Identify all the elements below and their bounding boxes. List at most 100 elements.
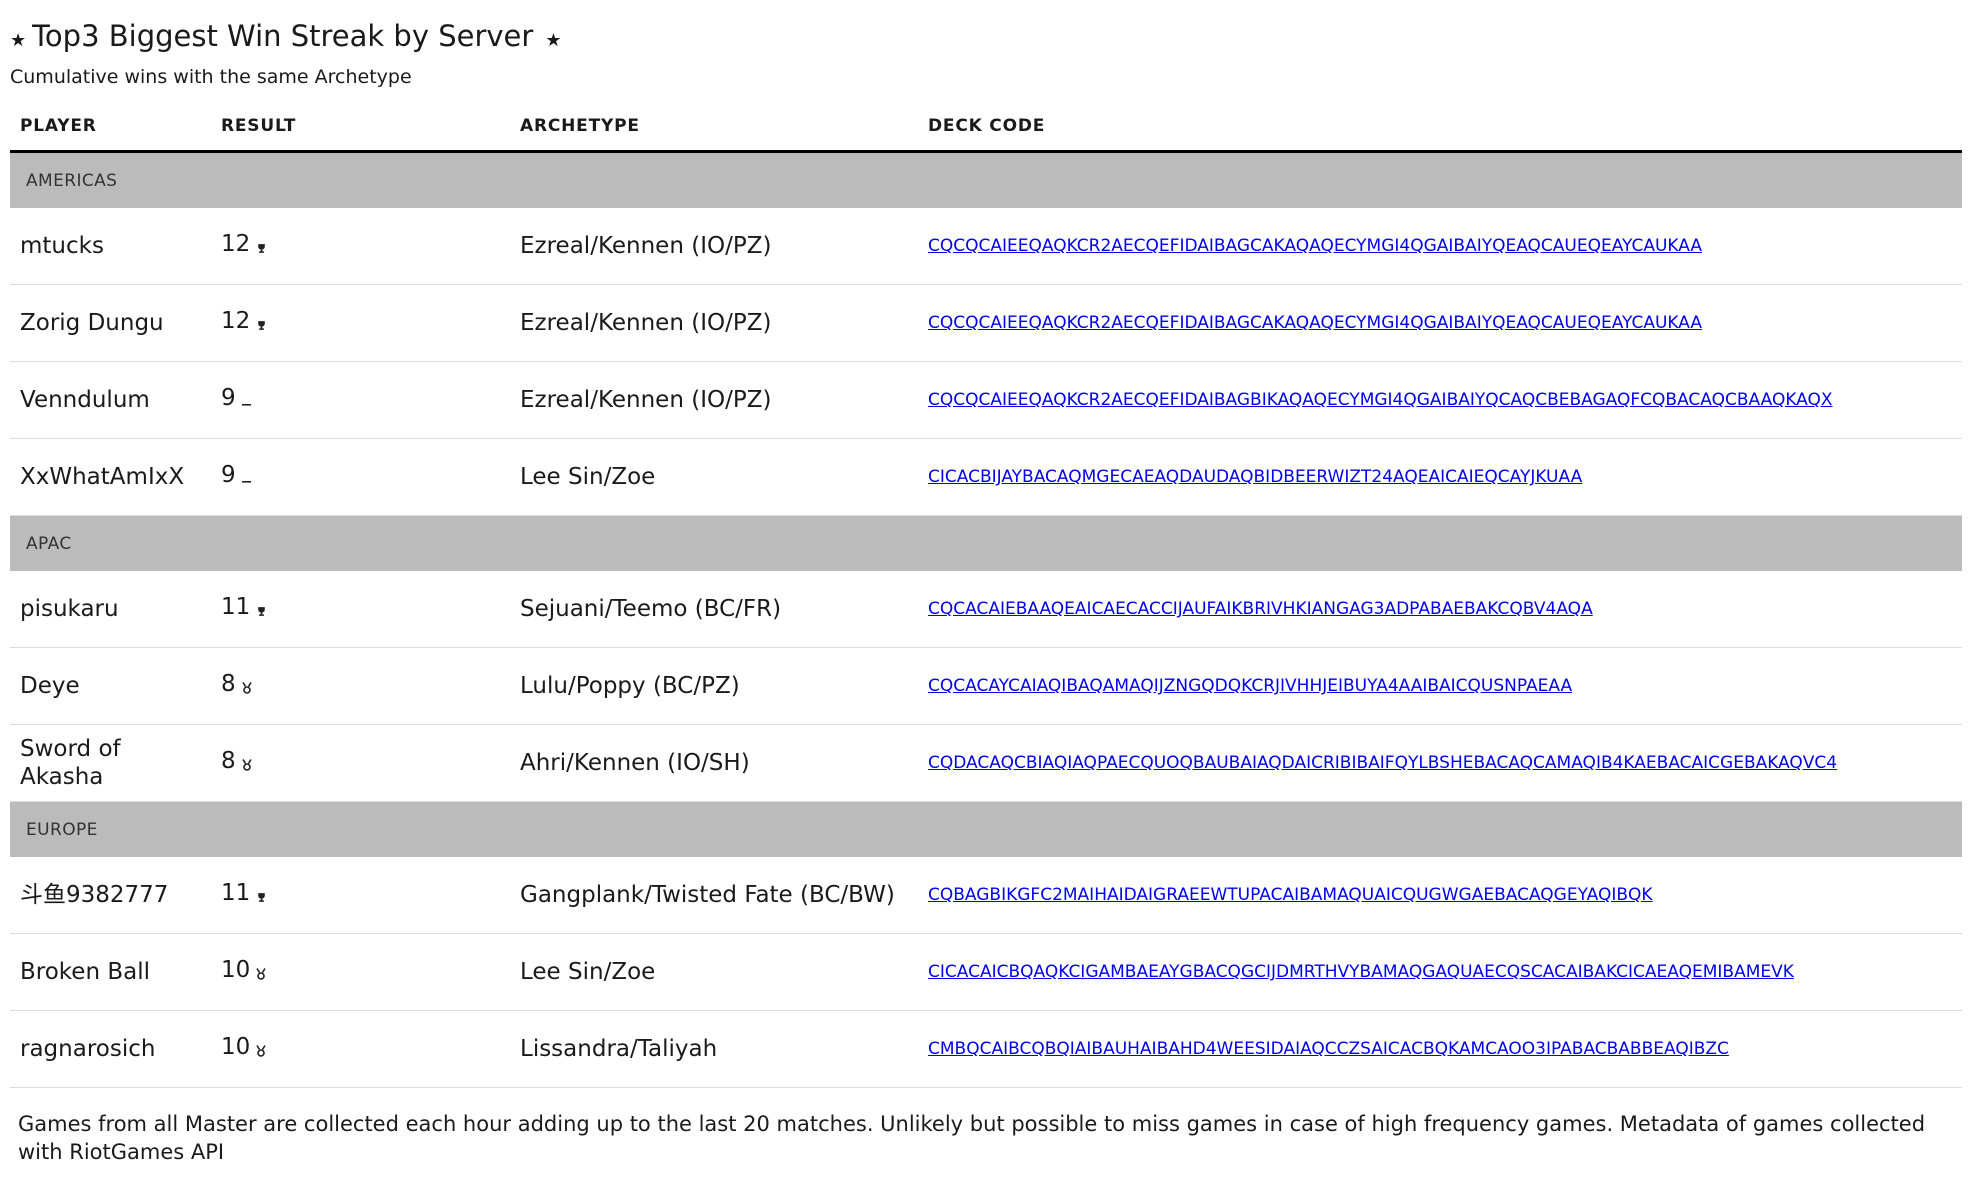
player-name: mtucks — [10, 208, 211, 285]
archetype-name: Ezreal/Kennen (IO/PZ) — [510, 208, 918, 285]
group-row-apac: APAC — [10, 515, 1962, 571]
trophy-icon — [256, 243, 267, 258]
table-row: ragnarosich 10 Lissandra/Taliyah CMBQCAIBCQ… — [10, 1010, 1962, 1088]
archetype-name: Ezreal/Kennen (IO/PZ) — [510, 284, 918, 362]
result-cell: 12 — [211, 284, 510, 362]
result-value: 10 — [221, 1034, 251, 1060]
result-cell: 8 — [211, 724, 510, 802]
footer-note: Games from all Master are collected each… — [18, 1112, 1926, 1164]
table-row: Broken Ball 10 Lee Sin/Zoe CICACAICBQAQKCIG… — [10, 933, 1962, 1011]
dash-icon — [241, 474, 252, 489]
table-row: mtucks 12 Ezreal/Kennen (IO/PZ) CQCQCAIEEQA… — [10, 208, 1962, 285]
trophy-icon — [256, 892, 267, 907]
medal-icon — [241, 682, 252, 698]
trophy-icon — [256, 606, 267, 621]
win-streak-table: PLAYER RESULT ARCHETYPE DECK CODE AMERIC… — [10, 102, 1962, 1088]
column-header-deck-code: DECK CODE — [918, 102, 1962, 153]
result-cell: 10 — [211, 933, 510, 1011]
group-row-americas: AMERICAS — [10, 151, 1962, 208]
deck-code-cell: CICACAICBQAQKCIGAMBAEAYGBACQGCIJDMRTHVYB… — [918, 933, 1962, 1011]
medal-icon — [241, 759, 252, 775]
result-cell: 11 — [211, 571, 510, 648]
group-label: APAC — [10, 515, 1962, 571]
result-value: 11 — [221, 594, 251, 620]
deck-code-cell: CQCQCAIEEQAQKCR2AECQEFIDAIBAGCAKAQAQECYM… — [918, 208, 1962, 285]
result-value: 10 — [221, 957, 251, 983]
table-row: 斗鱼9382777 11 Gangplank/Twisted Fate (BC/BW… — [10, 857, 1962, 934]
table-row: Deye 8 Lulu/Poppy (BC/PZ) CQCACAYCAIAQIBAQA… — [10, 647, 1962, 725]
medal-icon — [256, 1045, 266, 1061]
column-header-player: PLAYER — [10, 102, 211, 153]
star-icon: ★ — [10, 29, 27, 51]
result-value: 12 — [221, 308, 251, 334]
archetype-name: Ahri/Kennen (IO/SH) — [510, 724, 918, 802]
result-value: 12 — [221, 231, 251, 257]
deck-code-link[interactable]: CMBQCAIBCQBQIAIBAUHAIBAHD4WEESIDAIAQCCZS… — [928, 1039, 1729, 1059]
group-label: AMERICAS — [10, 151, 1962, 208]
result-value: 9 — [221, 462, 236, 488]
star-icon: ★ — [545, 29, 562, 51]
deck-code-cell: CMBQCAIBCQBQIAIBAUHAIBAHD4WEESIDAIAQCCZS… — [918, 1010, 1962, 1088]
deck-code-link[interactable]: CQCACAYCAIAQIBAQAMAQIJZNGQDQKCRJIVHHJEIB… — [928, 676, 1572, 696]
deck-code-link[interactable]: CQDACAQCBIAQIAQPAECQUOQBAUBAIAQDAICRIBIB… — [928, 753, 1837, 773]
table-header-row: PLAYER RESULT ARCHETYPE DECK CODE — [10, 102, 1962, 153]
page-title: ★ Top3 Biggest Win Streak by Server ★ — [10, 18, 1962, 54]
result-cell: 10 — [211, 1010, 510, 1088]
result-cell: 8 — [211, 647, 510, 725]
result-cell: 12 — [211, 208, 510, 285]
group-label: EUROPE — [10, 801, 1962, 857]
page-subtitle: Cumulative wins with the same Archetype — [10, 66, 412, 88]
player-name: pisukaru — [10, 571, 211, 648]
result-cell: 9 — [211, 361, 510, 439]
player-name: Venndulum — [10, 361, 211, 439]
deck-code-link[interactable]: CICACAICBQAQKCIGAMBAEAYGBACQGCIJDMRTHVYB… — [928, 962, 1794, 982]
deck-code-link[interactable]: CQBAGBIKGFC2MAIHAIDAIGRAEEWTUPACAIBAMAQU… — [928, 885, 1653, 905]
deck-code-link[interactable]: CQCQCAIEEQAQKCR2AECQEFIDAIBAGCAKAQAQECYM… — [928, 236, 1702, 256]
column-header-archetype: ARCHETYPE — [510, 102, 918, 153]
page-title-text: Top3 Biggest Win Streak by Server — [32, 19, 534, 53]
deck-code-cell: CQCQCAIEEQAQKCR2AECQEFIDAIBAGCAKAQAQECYM… — [918, 284, 1962, 362]
table-row: Venndulum 9 Ezreal/Kennen (IO/PZ) CQCQCAIEE… — [10, 361, 1962, 439]
deck-code-cell: CQCQCAIEEQAQKCR2AECQEFIDAIBAGBIKAQAQECYM… — [918, 361, 1962, 439]
player-name: ragnarosich — [10, 1010, 211, 1088]
result-value: 8 — [221, 748, 236, 774]
archetype-name: Ezreal/Kennen (IO/PZ) — [510, 361, 918, 439]
archetype-name: Lissandra/Taliyah — [510, 1010, 918, 1088]
player-name: Deye — [10, 647, 211, 725]
deck-code-link[interactable]: CQCQCAIEEQAQKCR2AECQEFIDAIBAGBIKAQAQECYM… — [928, 390, 1833, 410]
table-row: Zorig Dungu 12 Ezreal/Kennen (IO/PZ) CQCQCA… — [10, 284, 1962, 362]
deck-code-cell: CICACBIJAYBACAQMGECAEAQDAUDAQBIDBEERWIZT… — [918, 438, 1962, 516]
dash-icon — [241, 397, 252, 412]
deck-code-link[interactable]: CQCACAIEBAAQEAICAECACCIJAUFAIKBRIVHKIANG… — [928, 599, 1593, 619]
archetype-name: Gangplank/Twisted Fate (BC/BW) — [510, 857, 918, 934]
group-row-europe: EUROPE — [10, 801, 1962, 857]
archetype-name: Lulu/Poppy (BC/PZ) — [510, 647, 918, 725]
player-name: Broken Ball — [10, 933, 211, 1011]
trophy-icon — [256, 320, 267, 335]
column-header-result: RESULT — [211, 102, 510, 153]
player-name: 斗鱼9382777 — [10, 857, 211, 934]
deck-code-cell: CQBAGBIKGFC2MAIHAIDAIGRAEEWTUPACAIBAMAQU… — [918, 857, 1962, 934]
player-name: XxWhatAmIxX — [10, 438, 211, 516]
deck-code-link[interactable]: CICACBIJAYBACAQMGECAEAQDAUDAQBIDBEERWIZT… — [928, 467, 1582, 487]
result-value: 11 — [221, 880, 251, 906]
player-name: Zorig Dungu — [10, 284, 211, 362]
result-value: 8 — [221, 671, 236, 697]
archetype-name: Sejuani/Teemo (BC/FR) — [510, 571, 918, 648]
archetype-name: Lee Sin/Zoe — [510, 438, 918, 516]
table-row: pisukaru 11 Sejuani/Teemo (BC/FR) CQCACAIEB… — [10, 571, 1962, 648]
result-cell: 11 — [211, 857, 510, 934]
player-name: Sword of Akasha — [10, 724, 211, 802]
deck-code-link[interactable]: CQCQCAIEEQAQKCR2AECQEFIDAIBAGCAKAQAQECYM… — [928, 313, 1702, 333]
table-body: AMERICAS mtucks 12 Ezreal/Kennen (IO/PZ) CQC… — [10, 151, 1962, 1088]
result-value: 9 — [221, 385, 236, 411]
deck-code-cell: CQCACAYCAIAQIBAQAMAQIJZNGQDQKCRJIVHHJEIB… — [918, 647, 1962, 725]
table-row: Sword of Akasha 8 Ahri/Kennen (IO/SH) CQDAC… — [10, 724, 1962, 802]
medal-icon — [256, 968, 266, 984]
page: ★ Top3 Biggest Win Streak by Server ★ Cu… — [10, 18, 1962, 1166]
deck-code-cell: CQDACAQCBIAQIAQPAECQUOQBAUBAIAQDAICRIBIB… — [918, 724, 1962, 802]
archetype-name: Lee Sin/Zoe — [510, 933, 918, 1011]
result-cell: 9 — [211, 438, 510, 516]
table-row: XxWhatAmIxX 9 Lee Sin/Zoe CICACBIJAYBACAQMG… — [10, 438, 1962, 516]
deck-code-cell: CQCACAIEBAAQEAICAECACCIJAUFAIKBRIVHKIANG… — [918, 571, 1962, 648]
